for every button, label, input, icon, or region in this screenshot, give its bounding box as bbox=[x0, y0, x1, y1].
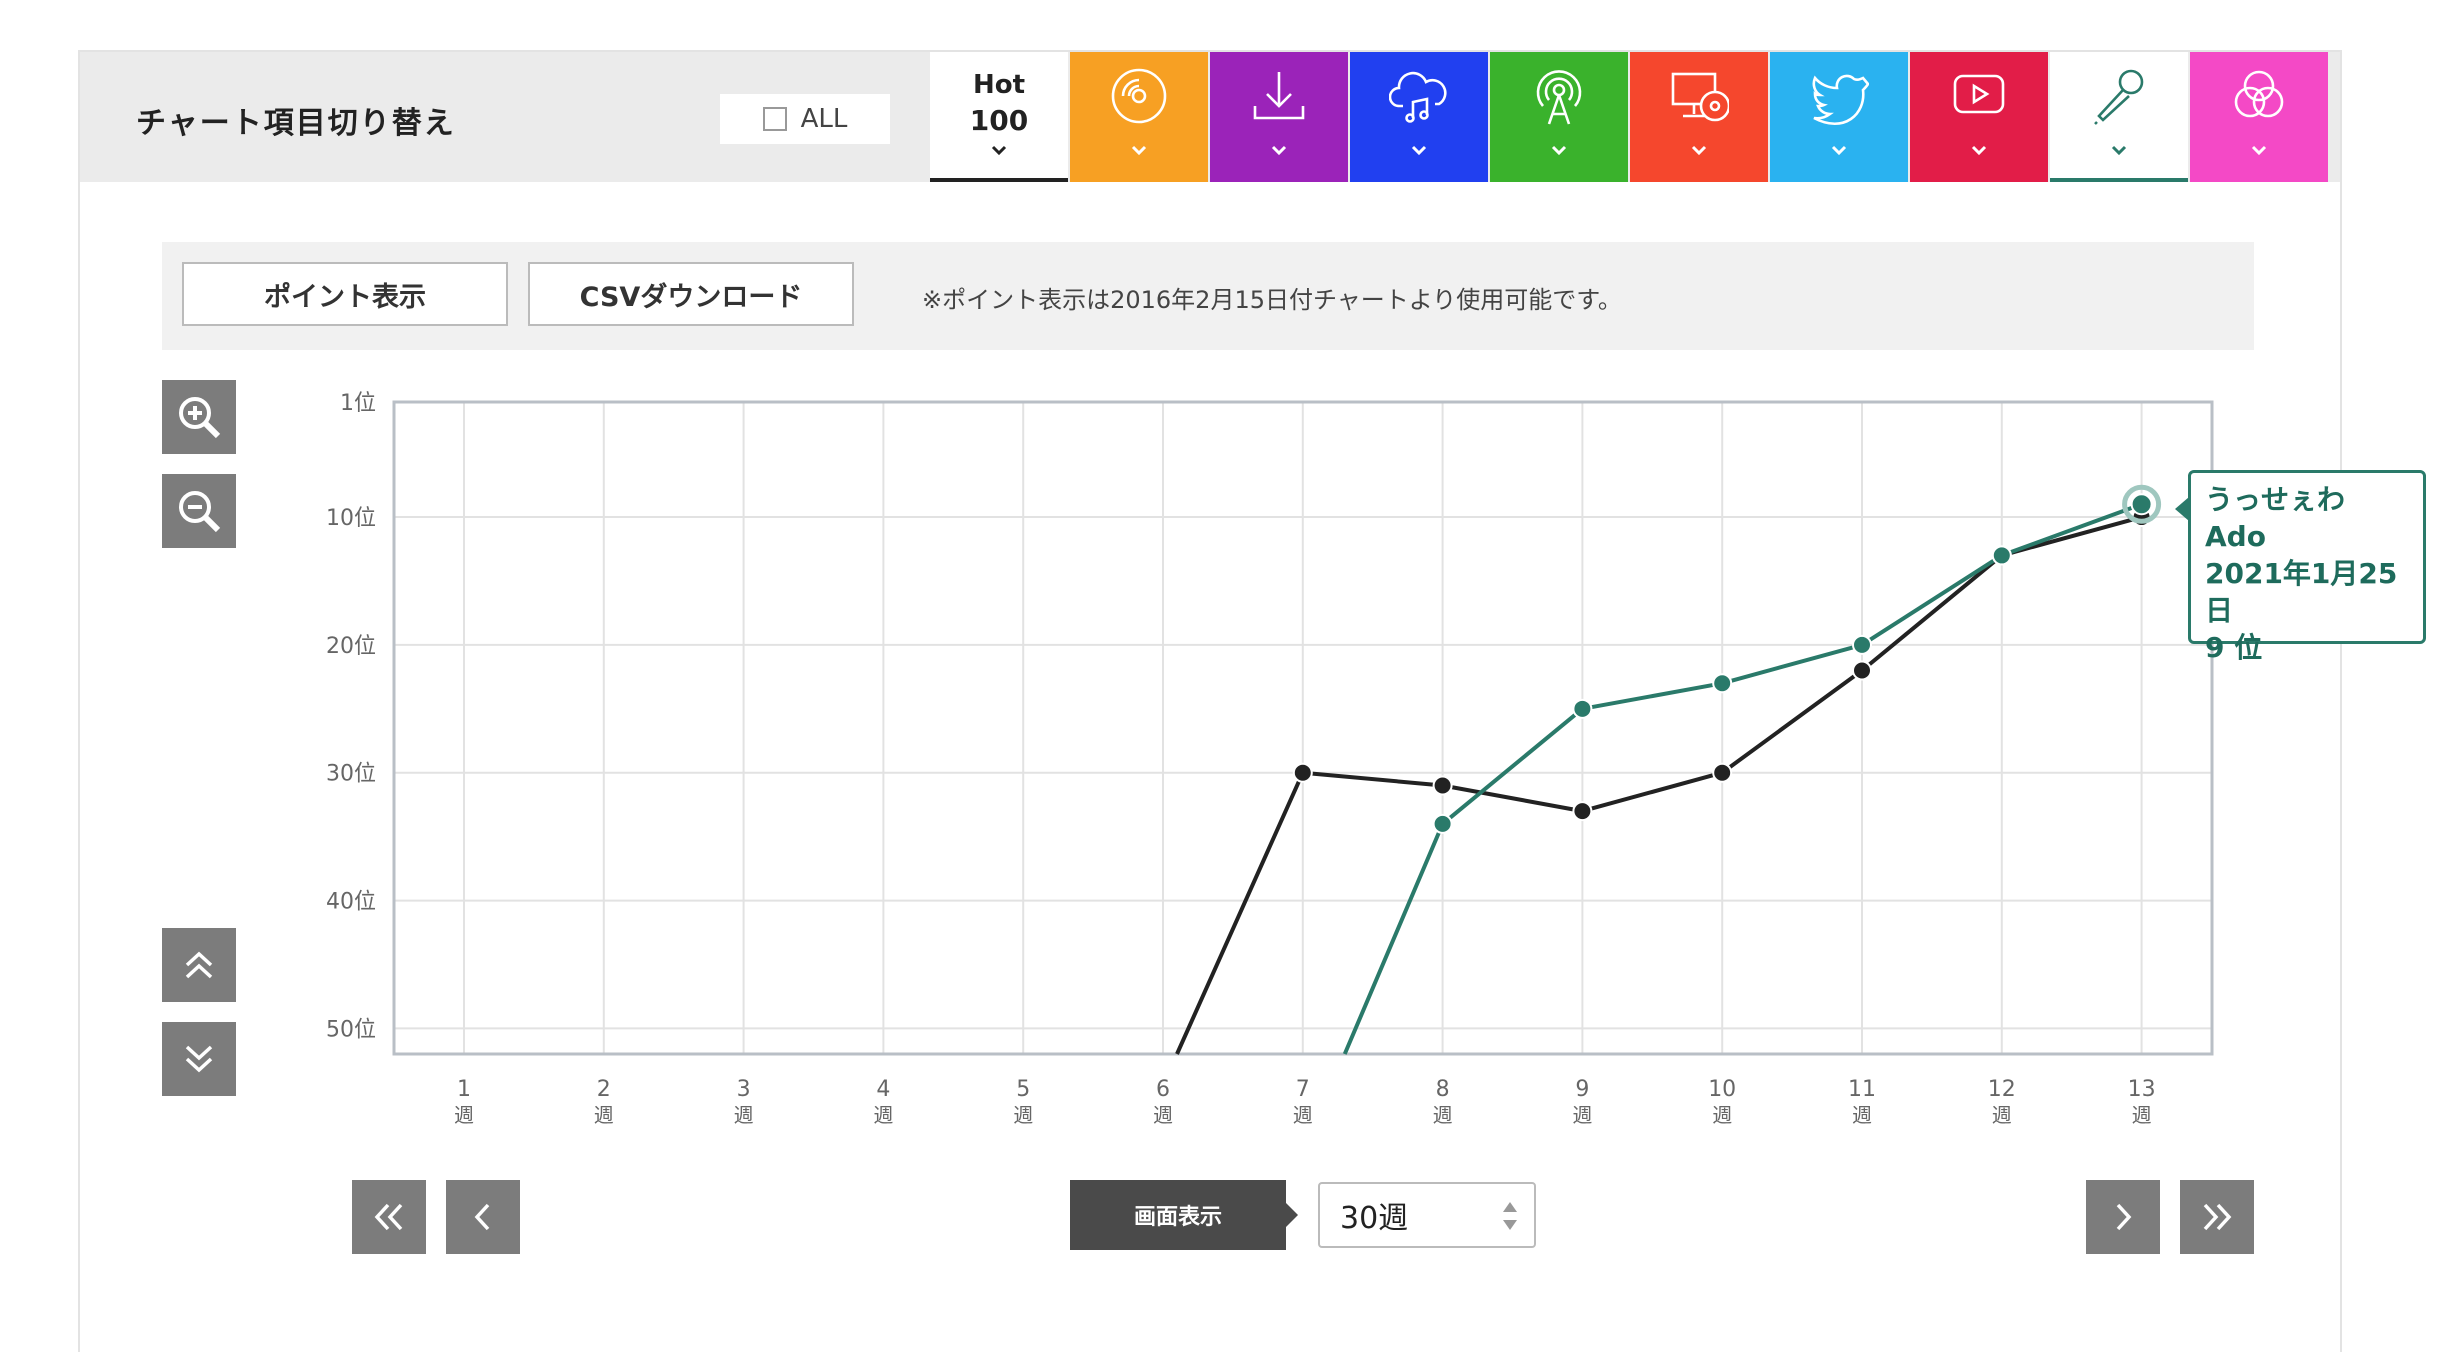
y-tick-label: 30位 bbox=[326, 762, 376, 787]
x-tick-unit: 週 bbox=[873, 1103, 893, 1127]
highlighted-point bbox=[2130, 493, 2153, 516]
x-tick-label: 7 bbox=[1296, 1077, 1310, 1102]
y-tick-label: 40位 bbox=[326, 890, 376, 915]
x-tick-unit: 週 bbox=[2132, 1103, 2152, 1127]
data-point bbox=[1292, 762, 1313, 783]
x-tick-label: 10 bbox=[1708, 1077, 1736, 1102]
x-tick-label: 1 bbox=[457, 1077, 471, 1102]
rank-line-chart: 1位10位20位30位40位50位1週2週3週4週5週6週7週8週9週10週11… bbox=[326, 391, 2214, 1127]
updown-arrows-icon bbox=[1503, 1202, 1517, 1230]
data-point bbox=[1991, 545, 2012, 566]
y-tick-label: 20位 bbox=[326, 634, 376, 659]
data-point bbox=[1712, 673, 1733, 694]
x-tick-unit: 週 bbox=[454, 1103, 474, 1127]
x-tick-unit: 週 bbox=[1293, 1103, 1313, 1127]
tooltip-artist: Ado bbox=[2205, 520, 2266, 553]
screen-display-label: 画面表示 bbox=[1070, 1180, 1298, 1250]
y-tick-label: 50位 bbox=[326, 1017, 376, 1042]
data-point bbox=[1432, 813, 1453, 834]
data-point bbox=[1852, 660, 1872, 681]
x-tick-unit: 週 bbox=[594, 1103, 614, 1127]
next-page-button[interactable] bbox=[2086, 1180, 2160, 1254]
x-tick-unit: 週 bbox=[1992, 1103, 2012, 1127]
x-tick-unit: 週 bbox=[1572, 1103, 1592, 1127]
x-tick-unit: 週 bbox=[1433, 1103, 1453, 1127]
x-tick-label: 4 bbox=[876, 1077, 890, 1102]
double-chevron-right-icon bbox=[2203, 1203, 2232, 1231]
chevron-left-icon bbox=[474, 1203, 490, 1231]
x-tick-unit: 週 bbox=[1712, 1103, 1732, 1127]
y-tick-label: 1位 bbox=[340, 391, 376, 416]
x-tick-label: 9 bbox=[1575, 1077, 1589, 1102]
x-tick-label: 5 bbox=[1016, 1077, 1030, 1102]
x-tick-unit: 週 bbox=[1852, 1103, 1872, 1127]
last-page-button[interactable] bbox=[2180, 1180, 2254, 1254]
double-chevron-left-icon bbox=[374, 1203, 403, 1231]
data-point-tooltip: うっせぇわ Ado 2021年1月25日 9 位 bbox=[2175, 470, 2426, 664]
prev-page-button[interactable] bbox=[446, 1180, 520, 1254]
x-tick-label: 13 bbox=[2128, 1077, 2156, 1102]
x-tick-label: 12 bbox=[1988, 1077, 2016, 1102]
x-tick-unit: 週 bbox=[1013, 1103, 1033, 1127]
first-page-button[interactable] bbox=[352, 1180, 426, 1254]
y-tick-label: 10位 bbox=[326, 506, 376, 531]
data-point bbox=[1572, 698, 1593, 719]
data-point bbox=[1432, 775, 1453, 796]
x-tick-label: 8 bbox=[1436, 1077, 1450, 1102]
data-point bbox=[1572, 801, 1593, 822]
x-tick-label: 3 bbox=[737, 1077, 751, 1102]
weeks-select[interactable]: 30週 bbox=[1318, 1182, 1536, 1248]
tooltip-rank: 9 位 bbox=[2205, 631, 2263, 664]
x-tick-label: 2 bbox=[597, 1077, 611, 1102]
x-tick-label: 11 bbox=[1848, 1077, 1876, 1102]
chevron-right-icon bbox=[2116, 1203, 2132, 1231]
weeks-select-value: 30週 bbox=[1340, 1201, 1409, 1236]
tooltip-title: うっせぇわ bbox=[2205, 483, 2346, 516]
data-point bbox=[1852, 634, 1872, 655]
x-tick-unit: 週 bbox=[734, 1103, 754, 1127]
x-tick-unit: 週 bbox=[1153, 1103, 1173, 1127]
x-tick-label: 6 bbox=[1156, 1077, 1170, 1102]
tooltip-date: 2021年1月25日 bbox=[2205, 557, 2398, 627]
data-point bbox=[1712, 762, 1733, 783]
